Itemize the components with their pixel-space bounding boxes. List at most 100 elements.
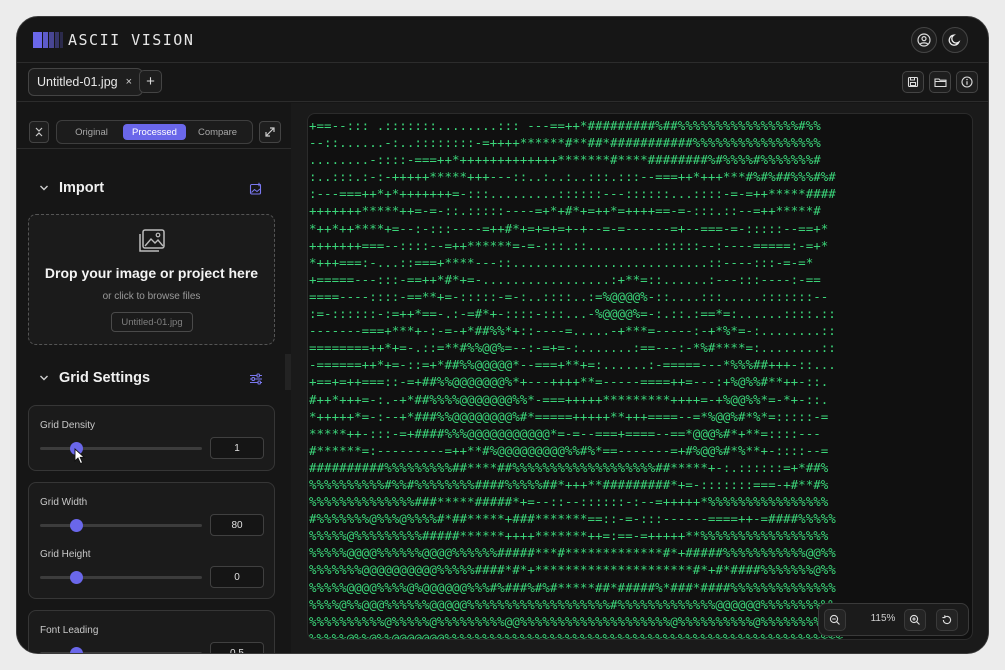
ascii-line: -------===+***+-:-=-+*##%%*+::----=.....… — [309, 323, 836, 339]
moon-icon — [948, 34, 961, 46]
app-window: ASCII VISION Untitled-01.jpg × + Origina… — [16, 16, 989, 654]
view-mode-original[interactable]: Original — [60, 124, 123, 140]
ascii-line: %%%%%@@@@%%%%%%@@@@%%%%%%#####***#******… — [309, 545, 836, 561]
grid-density-slider[interactable] — [40, 442, 202, 455]
cursor-icon — [74, 448, 86, 465]
tab-bar: Untitled-01.jpg × + — [17, 64, 988, 102]
ascii-line: ........-::::-===++*+++++++++++++*******… — [309, 152, 821, 168]
drop-zone-subtitle: or click to browse files — [102, 291, 201, 302]
view-mode-bar: Original Processed Compare — [17, 103, 291, 149]
ascii-line: ====----::::-==**+=-:::::-=-:..::::..:=%… — [309, 288, 829, 304]
ascii-line: +==+=++===::-=+##%%@@@@@@@%*+---++++**=-… — [309, 374, 829, 390]
ascii-line: *+++++*=-:--+*###%%@@@@@@@@%#*=====+++++… — [309, 408, 829, 424]
grid-width-label: Grid Width — [40, 497, 88, 508]
expand-icon — [265, 127, 275, 137]
chevron-down-icon — [40, 185, 48, 191]
ascii-line: %%%%%@%%%%%%%%%#####******++++*******++=… — [309, 528, 829, 544]
ascii-line: :..:::.:-:-+++++*****+++---::..:..:..:::… — [309, 169, 836, 185]
ascii-line: %%%%%@@@@%%%%@%@@@@@@%%%#%###%#%#*****##… — [309, 579, 836, 595]
zoom-controls: 115% — [818, 603, 969, 636]
chevron-down-icon — [40, 375, 48, 381]
ascii-line: ##########%%%%%%%%%##****##%%%%%%%%%%%%%… — [309, 459, 829, 475]
preview-area: +==--::: .:::::::........::: ---==++*###… — [291, 103, 988, 653]
sliders-icon[interactable] — [249, 372, 263, 386]
ascii-line: *++*++****+=--:-:::----=++#*+=+=+=+-+--=… — [309, 220, 829, 236]
images-icon — [139, 229, 165, 252]
info-button[interactable] — [956, 71, 978, 93]
tab-file[interactable]: Untitled-01.jpg × — [28, 68, 144, 96]
grid-height-thumb[interactable] — [70, 571, 83, 584]
import-title: Import — [59, 180, 105, 196]
collapse-icon — [35, 127, 43, 137]
grid-settings-header[interactable]: Grid Settings — [39, 370, 150, 386]
ascii-line: -======++*+=-::=+*##%%@@@@@*--===+**+=:.… — [309, 357, 836, 373]
ascii-line: #++*+++=-:.-+*##%%%%@@@@@@@%%*-===+++++*… — [309, 391, 829, 407]
ascii-line: +=====---:::-==++*#*+=-.................… — [309, 271, 821, 287]
ascii-line: --::......-:..::::::::-=++++******#**##*… — [309, 135, 821, 151]
fullscreen-button[interactable] — [259, 121, 281, 143]
grid-width-thumb[interactable] — [70, 519, 83, 532]
grid-width-input[interactable]: 80 — [210, 514, 264, 536]
ascii-line: %%%%%%%%%%#%%#%%%%%%%%####%%%%%##*+++**#… — [309, 476, 829, 492]
ascii-canvas[interactable]: +==--::: .:::::::........::: ---==++*###… — [307, 113, 973, 640]
ascii-line: #%%%%%%%@%%%@%%%%#*##*****+###*******==:… — [309, 511, 836, 527]
grid-settings-title: Grid Settings — [59, 370, 151, 386]
ascii-line: %%%%%%%%%%%%%%###*****#####*+=--::--::::… — [309, 494, 829, 510]
app-title: ASCII VISION — [68, 31, 195, 49]
tab-close-button[interactable]: × — [126, 76, 132, 88]
drop-zone-title: Drop your image or project here — [44, 265, 259, 281]
ascii-output: +==--::: .:::::::........::: ---==++*###… — [309, 117, 972, 639]
view-mode-switch: Original Processed Compare — [56, 120, 253, 144]
ascii-line: +==--::: .:::::::........::: ---==++*###… — [309, 118, 821, 133]
ascii-line: *+++===:-...::===+****---::.............… — [309, 254, 814, 270]
current-file-chip: Untitled-01.jpg — [111, 312, 193, 332]
zoom-level: 115% — [870, 613, 896, 624]
ascii-line: #******=:---------=++**#%@@@@@@@@@%%#%*=… — [309, 442, 829, 458]
grid-density-input[interactable]: 1 — [210, 437, 264, 459]
ascii-line: *****++-:::-=+####%%%@@@@@@@@@@@*=-=--==… — [309, 425, 821, 441]
folder-icon — [933, 78, 947, 88]
ascii-line: +++++++*****++=-=-::.:::::----=+*+#*+=++… — [309, 203, 821, 219]
font-leading-card: Font Leading 0,5 — [28, 610, 275, 653]
font-leading-thumb[interactable] — [70, 647, 83, 653]
grid-density-label: Grid Density — [40, 420, 96, 431]
app-header: ASCII VISION — [17, 17, 988, 63]
save-icon — [907, 76, 919, 88]
collapse-all-button[interactable] — [29, 121, 49, 143]
theme-toggle-button[interactable] — [942, 27, 968, 53]
info-icon — [961, 76, 973, 88]
logo-mark-icon — [33, 32, 64, 48]
open-folder-button[interactable] — [929, 71, 951, 93]
ascii-line: +++++++===--::::--=++******=-=-:::.::...… — [309, 237, 829, 253]
grid-height-slider[interactable] — [40, 571, 202, 584]
grid-density-card: Grid Density 1 — [28, 405, 275, 471]
drop-zone[interactable]: Drop your image or project here or click… — [28, 214, 275, 345]
zoom-in-icon — [909, 614, 920, 625]
reset-icon — [942, 615, 952, 625]
account-button[interactable] — [911, 27, 937, 53]
font-leading-label: Font Leading — [40, 625, 99, 636]
zoom-out-button[interactable] — [824, 609, 846, 631]
view-mode-processed[interactable]: Processed — [123, 124, 186, 140]
save-button[interactable] — [902, 71, 924, 93]
user-circle-icon — [917, 33, 931, 47]
app-logo: ASCII VISION — [33, 31, 194, 49]
ascii-line: ========++*+=-.::=**#%%@@%=--:-=+=-:....… — [309, 340, 836, 356]
grid-width-slider[interactable] — [40, 519, 202, 532]
view-mode-compare[interactable]: Compare — [186, 124, 249, 140]
tab-label: Untitled-01.jpg — [37, 75, 118, 89]
image-add-icon[interactable] — [249, 182, 263, 196]
ascii-line: :=-::::::-:=++*==-.:-=#*+-::::-:::...-%@… — [309, 306, 836, 322]
font-leading-slider[interactable] — [40, 647, 202, 653]
grid-height-input[interactable]: 0 — [210, 566, 264, 588]
add-tab-button[interactable]: + — [139, 70, 162, 93]
zoom-out-icon — [829, 614, 840, 625]
font-leading-input[interactable]: 0,5 — [210, 642, 264, 653]
grid-size-card: Grid Width 80 Grid Height 0 — [28, 482, 275, 599]
zoom-in-button[interactable] — [904, 609, 926, 631]
reset-zoom-button[interactable] — [936, 609, 958, 631]
import-section-header[interactable]: Import — [39, 180, 104, 196]
sidebar: Original Processed Compare Import Drop y… — [17, 103, 291, 653]
grid-height-label: Grid Height — [40, 549, 91, 560]
ascii-line: %%%%%%%@@@@@@@@@@%%%%%####*#*+**********… — [309, 562, 836, 578]
